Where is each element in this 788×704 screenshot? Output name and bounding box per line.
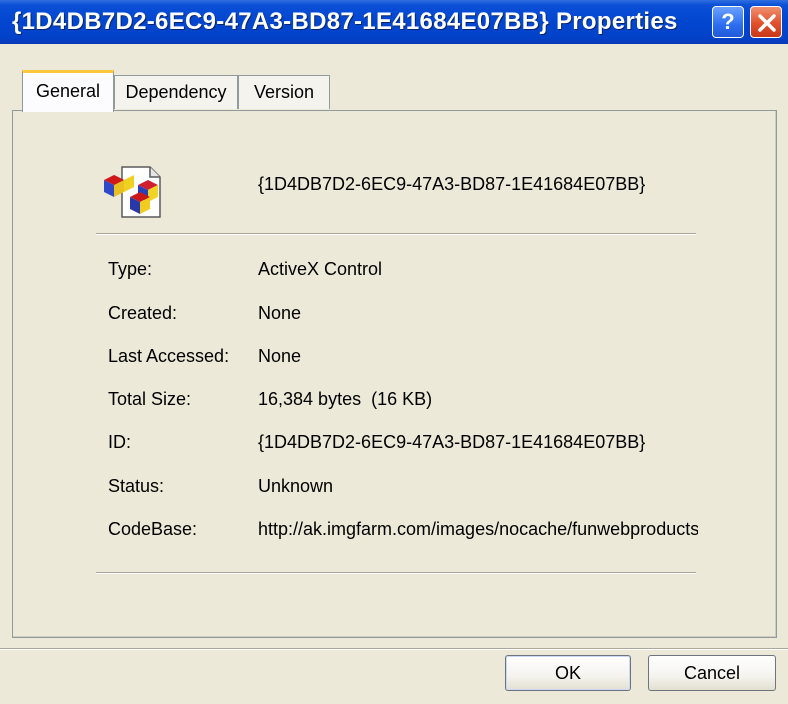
button-bar-divider: [0, 648, 788, 650]
tab-dependency[interactable]: Dependency: [114, 75, 238, 109]
codebase-value: http://ak.imgfarm.com/images/nocache/fun…: [258, 519, 698, 539]
activex-control-file-icon: [104, 166, 161, 218]
title-bar[interactable]: {1D4DB7D2-6EC9-47A3-BD87-1E41684E07BB} P…: [0, 0, 788, 44]
help-icon: ?: [721, 9, 735, 34]
tab-general[interactable]: General: [22, 70, 114, 112]
separator-bottom: [96, 572, 696, 574]
separator-top: [96, 233, 696, 235]
last-accessed-label: Last Accessed:: [108, 346, 230, 366]
type-label: Type:: [108, 259, 153, 279]
last-accessed-value: None: [258, 346, 302, 366]
help-button[interactable]: ?: [712, 6, 744, 38]
codebase-label: CodeBase:: [108, 519, 198, 539]
total-size-label: Total Size:: [108, 389, 192, 409]
status-value: Unknown: [258, 476, 334, 496]
cancel-button[interactable]: Cancel: [648, 655, 776, 691]
tab-version[interactable]: Version: [238, 75, 330, 109]
status-label: Status:: [108, 476, 165, 496]
control-name: {1D4DB7D2-6EC9-47A3-BD87-1E41684E07BB}: [258, 174, 646, 194]
created-label: Created:: [108, 303, 178, 323]
type-value: ActiveX Control: [258, 259, 383, 279]
ok-button[interactable]: OK: [505, 655, 631, 691]
window-title: {1D4DB7D2-6EC9-47A3-BD87-1E41684E07BB} P…: [12, 8, 678, 35]
properties-dialog: {1D4DB7D2-6EC9-47A3-BD87-1E41684E07BB} P…: [0, 0, 788, 704]
id-label: ID:: [108, 432, 132, 452]
created-value: None: [258, 303, 302, 323]
close-button[interactable]: [750, 6, 782, 38]
total-size-value: 16,384 bytes (16 KB): [258, 389, 433, 409]
close-icon: [758, 14, 776, 32]
id-value: {1D4DB7D2-6EC9-47A3-BD87-1E41684E07BB}: [258, 432, 646, 452]
